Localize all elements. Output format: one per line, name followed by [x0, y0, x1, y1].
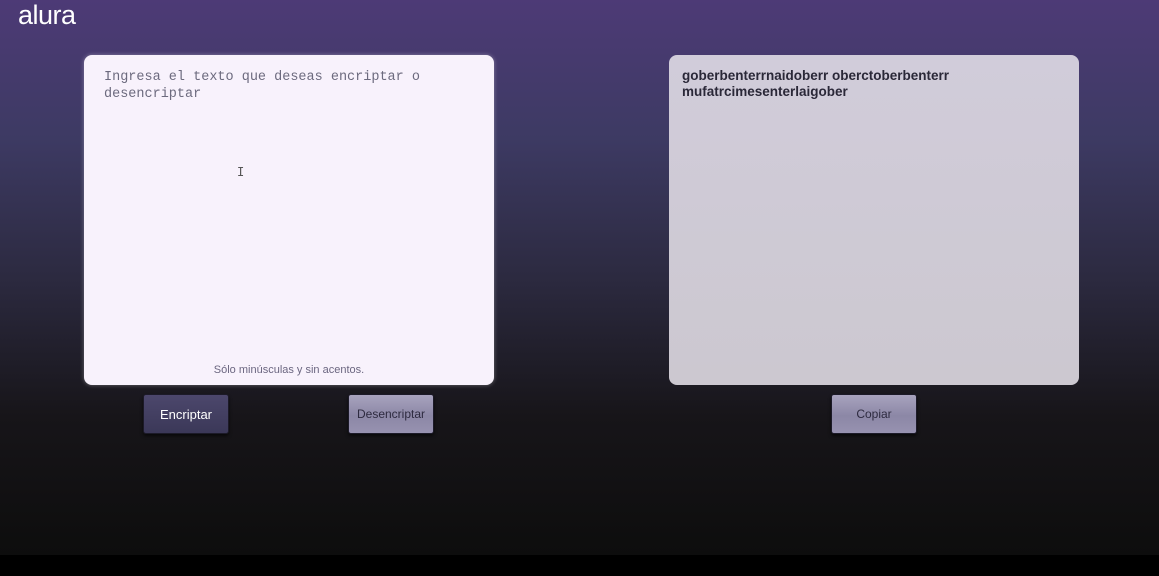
input-hint: Sólo minúsculas y sin acentos.	[213, 364, 365, 376]
decrypt-button[interactable]: Desencriptar	[348, 394, 434, 434]
bottom-bar	[0, 555, 1159, 576]
encrypt-button[interactable]: Encriptar	[143, 394, 229, 434]
input-card: I Sólo minúsculas y sin acentos.	[84, 55, 494, 385]
output-card: goberbenterrnaidoberr oberctoberbenterr …	[669, 55, 1079, 385]
app-page: alura I Sólo minúsculas y sin acentos. E…	[0, 0, 1159, 555]
copy-button[interactable]: Copiar	[831, 394, 917, 434]
output-text: goberbenterrnaidoberr oberctoberbenterr …	[682, 68, 950, 99]
alura-logo: alura	[18, 0, 76, 30]
text-input[interactable]	[104, 69, 474, 349]
text-cursor-icon: I	[237, 165, 245, 179]
